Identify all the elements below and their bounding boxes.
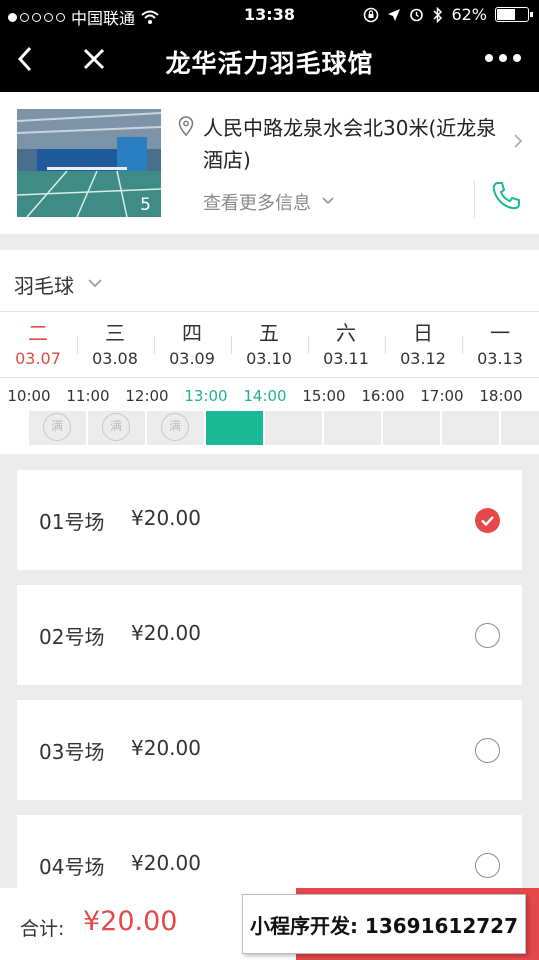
- radio-button[interactable]: [475, 853, 500, 878]
- time-label: 12:00: [125, 387, 169, 405]
- location-arrow-icon: [388, 8, 401, 21]
- date-day: 03.12: [400, 349, 446, 368]
- chevron-down-icon: [88, 279, 102, 288]
- time-slot: 满: [88, 411, 145, 445]
- rotation-lock-icon: [364, 7, 379, 22]
- court-row[interactable]: 03号场 ¥20.00: [17, 700, 522, 800]
- time-slot[interactable]: [442, 411, 499, 445]
- date-separator: [308, 336, 309, 354]
- top-bar: 中国联通 13:38 62% 龙华活力羽毛球馆: [0, 0, 539, 92]
- date-weekday: 二: [28, 321, 48, 345]
- time-slot-bar: 10:00 满 11:00 满 12:00 满 13:00 14:00 15:00 16:00 17…: [0, 378, 539, 454]
- time-label: 11:00: [66, 387, 110, 405]
- date-item[interactable]: 二 03.07: [8, 320, 68, 370]
- time-label: 17:00: [420, 387, 464, 405]
- venue-address[interactable]: 人民中路龙泉水会北30米(近龙泉酒店): [203, 112, 503, 176]
- bluetooth-icon: [433, 6, 443, 23]
- chevron-down-icon[interactable]: [322, 196, 334, 206]
- date-item[interactable]: 一 03.13: [470, 320, 530, 370]
- chevron-right-icon[interactable]: [512, 134, 524, 148]
- time-slot[interactable]: [501, 411, 539, 445]
- more-menu-icon[interactable]: [485, 54, 521, 62]
- full-stamp-icon: 满: [43, 413, 71, 441]
- photo-count: 5: [140, 195, 151, 215]
- court-name: 01号场: [39, 510, 105, 534]
- time-label: 18:00: [479, 387, 523, 405]
- date-item[interactable]: 六 03.11: [316, 320, 376, 370]
- date-day: 03.08: [92, 349, 138, 368]
- time-slot: 满: [29, 411, 86, 445]
- court-name: 03号场: [39, 740, 105, 764]
- checkmark-icon[interactable]: [475, 508, 500, 533]
- time-slot[interactable]: [383, 411, 440, 445]
- time-label: 15:00: [302, 387, 346, 405]
- full-stamp-icon: 满: [161, 413, 189, 441]
- radio-button[interactable]: [475, 738, 500, 763]
- date-weekday: 三: [105, 321, 125, 345]
- date-separator: [385, 336, 386, 354]
- date-day: 03.11: [323, 349, 369, 368]
- total-value: ¥20.00: [83, 906, 178, 937]
- promo-overlay: 小程序开发: 13691612727: [242, 894, 526, 954]
- date-weekday: 六: [336, 321, 356, 345]
- time-slot[interactable]: [206, 411, 263, 445]
- date-day: 03.10: [246, 349, 292, 368]
- full-stamp-icon: 满: [102, 413, 130, 441]
- alarm-icon: [410, 8, 424, 22]
- date-item[interactable]: 日 03.12: [393, 320, 453, 370]
- court-name: 02号场: [39, 625, 105, 649]
- date-item[interactable]: 四 03.09: [162, 320, 222, 370]
- venue-card: 5 人民中路龙泉水会北30米(近龙泉酒店) 查看更多信息: [0, 92, 539, 234]
- court-price: ¥20.00: [131, 851, 201, 875]
- time-slot[interactable]: [324, 411, 381, 445]
- venue-photo[interactable]: 5: [17, 109, 161, 217]
- date-separator: [462, 336, 463, 354]
- date-weekday: 一: [490, 321, 510, 345]
- court-name: 04号场: [39, 855, 105, 879]
- date-weekday: 五: [259, 321, 279, 345]
- time-slot[interactable]: [265, 411, 322, 445]
- time-label: 10:00: [7, 387, 51, 405]
- more-info-link[interactable]: 查看更多信息: [203, 189, 311, 215]
- time-label: 16:00: [361, 387, 405, 405]
- date-weekday: 日: [413, 321, 433, 345]
- date-day: 03.13: [477, 349, 523, 368]
- date-day: 03.07: [15, 349, 61, 368]
- date-day: 03.09: [169, 349, 215, 368]
- total-label: 合计:: [20, 918, 65, 940]
- date-item[interactable]: 五 03.10: [239, 320, 299, 370]
- court-price: ¥20.00: [131, 621, 201, 645]
- battery-fill: [497, 9, 515, 20]
- date-strip: 二 03.07 三 03.08 四 03.09 五 03.10 六 03.11 日 03.12 一 03.…: [0, 312, 539, 378]
- date-separator: [231, 336, 232, 354]
- status-bar: 中国联通 13:38 62%: [0, 0, 539, 30]
- court-price: ¥20.00: [131, 736, 201, 760]
- date-item[interactable]: 三 03.08: [85, 320, 145, 370]
- page-title: 龙华活力羽毛球馆: [165, 49, 374, 78]
- divider: [474, 180, 475, 218]
- court-row[interactable]: 02号场 ¥20.00: [17, 585, 522, 685]
- time-label: 13:00: [184, 387, 228, 405]
- time-label: 14:00: [243, 387, 287, 405]
- phone-icon[interactable]: [490, 180, 522, 212]
- date-separator: [154, 336, 155, 354]
- location-pin-icon: [178, 116, 194, 136]
- battery-icon: [495, 7, 533, 22]
- date-separator: [77, 336, 78, 354]
- battery-percent: 62%: [451, 5, 487, 24]
- nav-bar: 龙华活力羽毛球馆: [0, 30, 539, 92]
- sport-label: 羽毛球: [14, 274, 74, 298]
- court-row[interactable]: 01号场 ¥20.00: [17, 470, 522, 570]
- time-slot: 满: [147, 411, 204, 445]
- sport-selector[interactable]: 羽毛球: [0, 250, 539, 312]
- court-price: ¥20.00: [131, 506, 201, 530]
- date-weekday: 四: [182, 321, 202, 345]
- radio-button[interactable]: [475, 623, 500, 648]
